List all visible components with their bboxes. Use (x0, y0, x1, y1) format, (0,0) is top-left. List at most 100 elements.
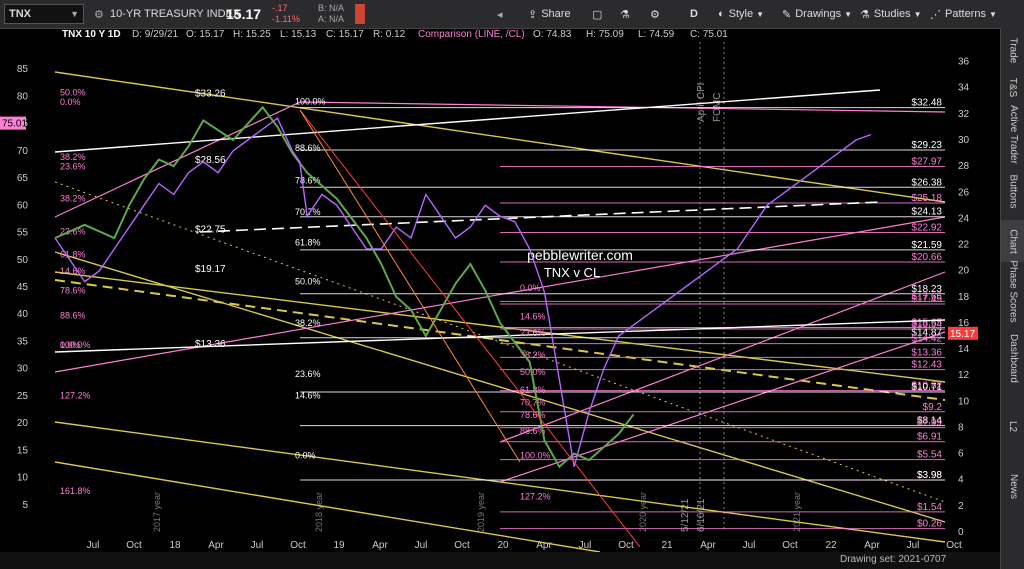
fib-label: 0.0% (520, 283, 541, 293)
x-axis-tick: Oct (782, 540, 798, 551)
price-level-label: $12.43 (911, 360, 942, 371)
price-level-label: $20.66 (911, 252, 942, 263)
patterns-button[interactable]: ⋰ Patterns ▼ (930, 4, 997, 24)
style-icon: ◐ (718, 8, 725, 20)
current-value-cl: 75.01 (0, 116, 27, 130)
fib-label: 61.8% (295, 238, 321, 248)
price-label: $13.36 (195, 339, 226, 350)
settings-icon[interactable]: ⚙ (94, 4, 104, 24)
price-level-label: $21.59 (911, 240, 942, 251)
x-axis-tick: Jul (251, 540, 264, 551)
x-axis-tick: Apr (864, 540, 880, 551)
info-range: R: 0.12 (373, 29, 406, 40)
x-axis-tick: Apr (700, 540, 716, 551)
price-label: $33.26 (195, 88, 226, 99)
event-label: April CPI (696, 83, 707, 122)
tab-chart[interactable]: Chart (1001, 220, 1024, 262)
right-axis-tick: 14 (958, 344, 970, 355)
left-axis-tick: 85 (17, 64, 29, 75)
fib-label: 50.0% (60, 87, 86, 97)
tab-active-trader[interactable]: Active Trader (1001, 105, 1024, 164)
event-label: 5/12/21 (680, 498, 691, 532)
price-level-label: $13.36 (911, 347, 942, 358)
value-tag-text: 75.01 (2, 119, 27, 130)
tab-label: Phase Scores (1007, 259, 1019, 323)
tab-news[interactable]: News (1001, 458, 1024, 514)
fib-label: 23.6% (60, 161, 86, 171)
left-axis-tick: 80 (17, 91, 29, 102)
price-level-label: $9.2 (923, 402, 943, 413)
drawings-button[interactable]: ✎ Drawings ▼ (782, 4, 852, 24)
fib-label: 14.6% (295, 391, 321, 401)
decline-line (299, 109, 521, 463)
series-line (54, 105, 635, 469)
year-label: 2017 year (152, 492, 162, 532)
fib-label: 38.2% (295, 318, 321, 328)
net-change: -.17 (272, 2, 288, 13)
style-button[interactable]: ◐ Style ▼ (718, 4, 764, 24)
price-level-label: $6.91 (917, 432, 942, 443)
arrow-left-icon[interactable]: ◂ (497, 4, 503, 24)
left-axis-tick: 5 (22, 500, 28, 511)
chevron-down-icon: ▼ (988, 9, 997, 19)
cmp-close: C: 75.01 (690, 29, 728, 40)
chevron-down-icon: ▼ (756, 9, 765, 19)
fib-label: 161.8% (60, 486, 91, 496)
cmp-low: L: 74.59 (638, 29, 675, 40)
share-button[interactable]: ⇪ Share (528, 4, 571, 24)
left-axis-tick: 35 (17, 336, 29, 347)
left-axis-tick: 30 (17, 364, 29, 375)
fib-label: 14.6% (520, 312, 546, 322)
tab-label: Buttons (1007, 174, 1019, 208)
price-level-label: $3.98 (917, 470, 942, 481)
tab-label: T&S (1007, 77, 1019, 97)
tab-l2[interactable]: L2 (1001, 398, 1024, 454)
right-axis-tick: 10 (958, 396, 970, 407)
x-axis-tick: Oct (126, 540, 142, 551)
tab-label: News (1007, 473, 1019, 499)
symbol-selector[interactable]: TNX ▼ (4, 4, 84, 24)
right-axis-tick: 32 (958, 109, 970, 120)
price-level-label: $10.71 (911, 382, 942, 393)
level-indicator (355, 4, 365, 24)
price-level-label: $26.38 (911, 177, 942, 188)
tab-phase-scores[interactable]: Phase Scores (1001, 260, 1024, 322)
price-chart[interactable]: 5101520253035404550556065707580850246810… (0, 42, 1000, 552)
fib-label: 78.6% (520, 410, 546, 420)
price-level-label: $24.13 (911, 207, 942, 218)
right-axis-tick: 6 (958, 449, 964, 460)
fib-label: 88.6% (60, 311, 86, 321)
tab-buttons[interactable]: Buttons (1001, 164, 1024, 218)
comparison-label: Comparison (LINE, /CL) (418, 29, 525, 40)
x-axis-tick: 20 (497, 540, 509, 551)
trend-line-white (54, 89, 881, 153)
left-axis-tick: 70 (17, 146, 29, 157)
left-axis-tick: 60 (17, 200, 29, 211)
left-axis-tick: 25 (17, 391, 29, 402)
screenshot-icon[interactable]: ▢ (592, 4, 602, 24)
right-axis-tick: 26 (958, 187, 970, 198)
x-axis-tick: Oct (290, 540, 306, 551)
right-axis-tick: 36 (958, 57, 970, 68)
x-axis-tick: Jul (87, 540, 100, 551)
period-button[interactable]: D (690, 4, 698, 24)
tab-t-s[interactable]: T&S (1001, 70, 1024, 104)
last-price: 15.17 (226, 6, 262, 22)
tab-dashboard[interactable]: Dashboard (1001, 320, 1024, 396)
fib-label: 100.0% (60, 340, 91, 350)
fib-channel-line (299, 101, 946, 113)
drawing-set-label: Drawing set: 2021-0707 (840, 554, 947, 565)
price-level-label: $25.18 (911, 193, 942, 204)
patterns-icon: ⋰ (930, 8, 941, 21)
year-label: 2019 year (476, 492, 486, 532)
tab-trade[interactable]: Trade (1001, 32, 1024, 68)
studies-button[interactable]: ⚗ Studies ▼ (860, 4, 922, 24)
flask-icon[interactable]: ⚗ (620, 4, 630, 24)
x-axis-tick: Oct (454, 540, 470, 551)
trend-line (54, 271, 946, 383)
fib-label: 127.2% (520, 491, 551, 501)
ask-value: A: N/A (318, 13, 345, 24)
left-axis-tick: 50 (17, 255, 29, 266)
fib-label: 100.0% (520, 451, 551, 461)
gear-icon[interactable]: ⚙ (650, 4, 660, 24)
